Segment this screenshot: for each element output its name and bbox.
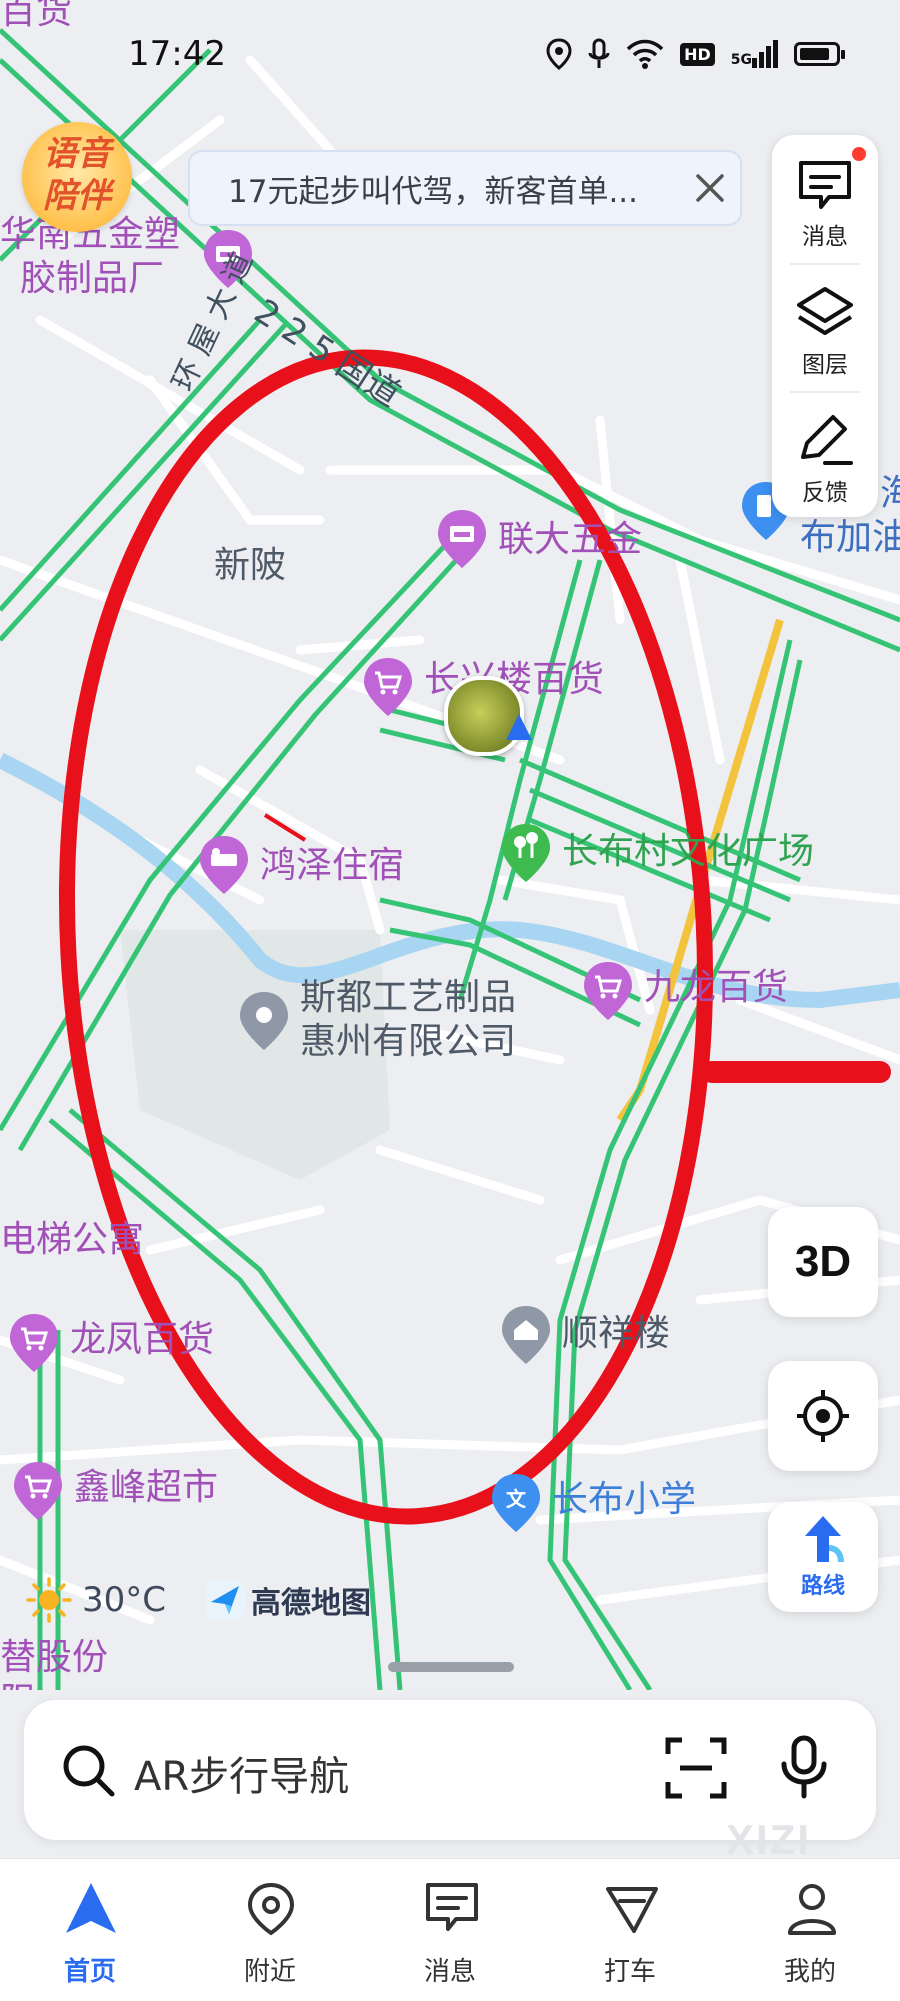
hd-badge: HD [680,42,715,66]
search-input[interactable]: AR步行导航 [134,1744,349,1802]
poi-changbu-primary-school[interactable]: 长布小学 [552,1478,696,1522]
svg-text:文: 文 [506,1487,527,1511]
battery-icon [794,42,845,66]
poi-elevator-apartment[interactable]: 电梯公寓 [0,1218,144,1262]
shopping-cart-pin-icon[interactable] [12,1460,64,1522]
mic-icon [588,38,610,68]
location-icon [546,38,572,70]
tab-nearby[interactable]: 附近 [180,1859,360,2001]
search-icon [63,1745,115,1797]
messages-button[interactable]: 消息 [772,135,878,261]
building-pin-icon[interactable] [500,1304,552,1366]
5g-signal-icon: 5G [731,40,778,68]
tab-taxi[interactable]: 打车 [540,1859,720,2001]
poi-hongze-lodging[interactable]: 鸿泽住宿 [260,844,404,888]
microphone-icon[interactable] [780,1734,828,1800]
status-bar: 17:42 HD 5G [0,0,900,110]
bottom-tab-bar: 首页 附近 消息 打车 我的 [0,1858,900,2001]
poi-longfeng-store[interactable]: 龙凤百货 [70,1318,214,1362]
feedback-button[interactable]: 反馈 [772,391,878,517]
poi-sidu-crafts-company[interactable]: 斯都工艺制品 惠州有限公司 [300,976,516,1064]
temperature-label: 30°C [82,1580,167,1620]
chat-icon [426,1883,478,1931]
location-pin-icon[interactable] [238,990,290,1052]
layers-button[interactable]: 图层 [772,263,878,389]
pencil-icon [801,415,853,465]
shop-pin-icon[interactable] [436,508,488,570]
layers-icon [797,287,853,335]
taxi-icon [606,1887,658,1933]
park-pin-icon[interactable] [500,822,552,884]
route-button[interactable]: 路线 [768,1502,878,1612]
message-icon [799,161,851,209]
weather-indicator[interactable]: 30°C [26,1577,166,1623]
bottom-sheet-handle[interactable] [388,1662,514,1672]
locate-me-button[interactable] [768,1361,878,1471]
voice-companion-button[interactable]: 语音 陪伴 [22,122,132,232]
3d-view-button[interactable]: 3D [768,1207,878,1317]
tab-profile[interactable]: 我的 [720,1859,900,2001]
hotel-pin-icon[interactable] [198,834,250,896]
crosshair-icon [797,1390,849,1442]
tab-messages[interactable]: 消息 [360,1859,540,2001]
promo-text: 17元起步叫代驾，新客首单... [228,173,639,210]
shopping-cart-pin-icon[interactable] [8,1312,60,1374]
route-arrow-icon [805,1516,844,1563]
navigation-arrow-icon [66,1883,116,1933]
shopping-cart-pin-icon[interactable] [582,960,634,1022]
poi-liantai-hardware[interactable]: 联大五金 [498,518,642,562]
location-pin-icon [247,1882,295,1936]
close-promo-button[interactable] [680,158,740,218]
status-time: 17:42 [128,34,226,74]
person-icon [788,1884,836,1935]
amap-brand: 高德地图 [205,1578,371,1622]
wifi-icon [626,39,664,69]
poi-shunxiang-building[interactable]: 顺祥楼 [562,1312,670,1356]
tab-home[interactable]: 首页 [0,1859,180,2001]
sun-icon [26,1577,72,1623]
school-pin-icon[interactable]: 文 [490,1472,542,1534]
map-tools-panel: 消息 图层 反馈 [772,135,878,517]
poi-changbu-culture-square[interactable]: 长布村文化广场 [562,830,814,874]
poi-jiulong-store[interactable]: 九龙百货 [644,966,788,1010]
poi-xinfeng-supermarket[interactable]: 鑫峰超市 [74,1466,218,1510]
amap-logo-icon [205,1580,245,1620]
shopping-cart-pin-icon[interactable] [362,656,414,718]
close-icon [696,174,724,202]
unread-dot [852,147,866,161]
scan-icon[interactable] [664,1736,728,1800]
heading-arrow-icon [506,714,532,740]
watermark: XIZI [726,1816,812,1863]
area-label-xinling: 新陂 [214,545,287,586]
promo-banner[interactable]: 17元起步叫代驾，新客首单... [188,150,742,226]
